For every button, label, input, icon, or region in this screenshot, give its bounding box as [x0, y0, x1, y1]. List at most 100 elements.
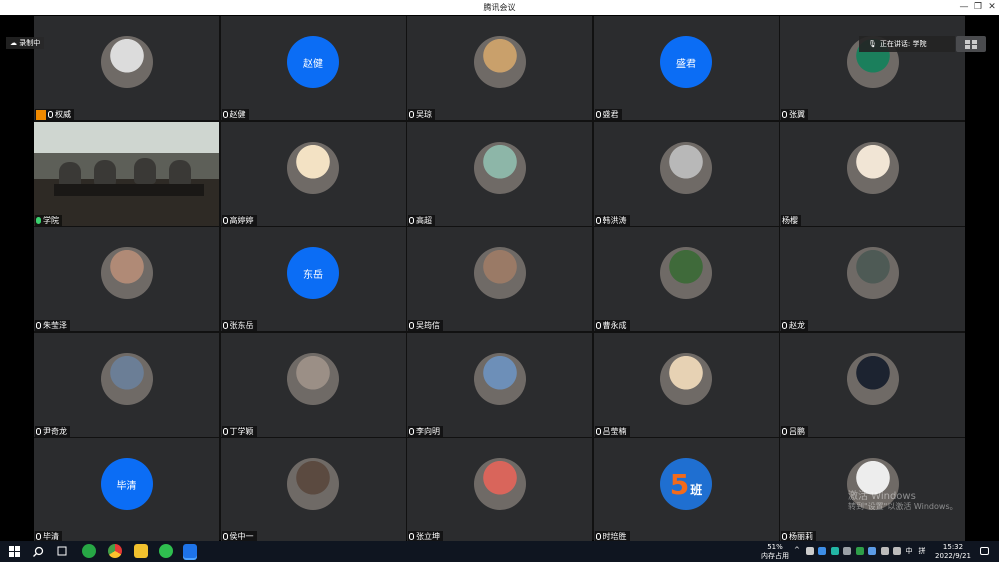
close-button[interactable]: ✕ — [986, 1, 998, 13]
mic-muted-icon — [409, 216, 414, 224]
participant-tile[interactable]: 5 班时培胜 — [593, 438, 779, 542]
participant-tile[interactable]: 丁学颖 — [220, 332, 406, 437]
participant-name: 李向明 — [416, 426, 440, 436]
participant-name: 吴琼 — [416, 110, 432, 119]
task-view-icon[interactable] — [55, 544, 69, 558]
participant-name-label: 曹永成 — [594, 320, 630, 331]
mic-muted-icon — [36, 427, 41, 435]
participant-tile[interactable]: 尹奇龙 — [34, 332, 219, 437]
mic-muted-icon — [409, 427, 414, 435]
tencent-meeting-icon[interactable] — [183, 544, 197, 558]
participant-name: 高超 — [416, 215, 432, 225]
avatar — [100, 36, 153, 88]
mic-muted-icon — [222, 533, 228, 540]
taskbar: 51% 内存占用 ^ 中 拼 15:32 2022/9/21 — [0, 541, 999, 562]
recording-indicator[interactable]: ☁ 录制中 — [6, 37, 45, 49]
participant-name-label: 张翼 — [781, 109, 808, 120]
avatar-number: 5 — [669, 467, 690, 501]
app-tray-icon[interactable] — [818, 547, 826, 555]
participant-tile[interactable]: 朱莹泽 — [34, 227, 219, 331]
shield-icon[interactable] — [856, 547, 864, 555]
participant-name: 韩洪涛 — [602, 215, 627, 225]
participant-name: 张东岳 — [229, 321, 254, 330]
participant-tile[interactable]: 盛君 盛君 — [593, 16, 779, 120]
avatar-badge-text: 班 — [690, 482, 703, 497]
avatar — [846, 247, 899, 299]
view-toggle-button[interactable] — [956, 36, 986, 52]
participant-name: 吕莹楠 — [602, 426, 627, 436]
participant-tile[interactable]: 吴筠信 — [407, 227, 592, 331]
avatar: 东岳 — [287, 247, 339, 299]
participant-name: 尹奇龙 — [43, 426, 67, 436]
mic-muted-icon — [36, 533, 41, 540]
wifi-icon[interactable] — [881, 547, 889, 555]
participant-name: 曹永成 — [602, 321, 627, 330]
participant-name-label: 吕莹楠 — [594, 425, 630, 437]
chrome-icon[interactable] — [108, 544, 122, 558]
participant-tile[interactable]: 张翼 — [780, 16, 965, 120]
avatar — [473, 352, 526, 405]
participant-tile[interactable]: 曹永成 — [593, 227, 779, 331]
notification-icon[interactable] — [980, 547, 989, 555]
participant-tile[interactable]: 杨丽莉 — [780, 438, 965, 542]
video-table-shape — [54, 183, 204, 196]
mic-muted-icon — [595, 216, 601, 224]
participant-tile[interactable]: 李向明 — [407, 332, 592, 437]
mic-muted-icon — [782, 533, 787, 540]
avatar — [473, 36, 526, 88]
speaking-label: 正在讲话: 学院 — [879, 40, 927, 48]
cloud-tray-icon[interactable] — [868, 547, 876, 555]
participant-name-label: 朱莹泽 — [35, 320, 70, 331]
minimize-button[interactable]: — — [958, 1, 970, 13]
app-tray-icon-2[interactable] — [831, 547, 839, 555]
participant-tile[interactable]: 张立坤 — [407, 438, 592, 542]
maximize-button[interactable]: ❐ — [972, 1, 984, 13]
avatar: 5班 — [660, 458, 712, 510]
wechat-icon[interactable] — [159, 544, 173, 558]
ime-indicator[interactable]: 中 — [904, 547, 914, 555]
file-explorer-icon[interactable] — [134, 544, 148, 558]
mic-muted-icon — [409, 111, 414, 118]
participant-tile[interactable]: 吕鹏 — [780, 332, 965, 437]
chevron-up-icon[interactable]: ^ — [794, 546, 802, 554]
network-tray-icon[interactable] — [843, 547, 851, 555]
clock-date[interactable]: 2022/9/21 — [933, 552, 973, 560]
participant-tile[interactable]: 高婷婷 — [220, 121, 406, 226]
participant-name-label: 赵龙 — [781, 320, 808, 331]
clock-time[interactable]: 15:32 — [933, 543, 973, 551]
participant-tile[interactable]: 毕清 毕清 — [34, 438, 219, 542]
green-app-icon[interactable] — [82, 544, 96, 558]
participant-tile[interactable]: 赵龙 — [780, 227, 965, 331]
participant-tile[interactable]: 韩洪涛 — [593, 121, 779, 226]
participant-tile[interactable]: 赵健 赵健 — [220, 16, 406, 120]
participant-tile[interactable]: 权威 — [34, 16, 219, 120]
mic-muted-icon — [222, 427, 228, 435]
participant-name: 赵龙 — [789, 321, 805, 330]
participant-name-label: 吴琼 — [408, 109, 435, 120]
participant-tile[interactable]: 吕莹楠 — [593, 332, 779, 437]
participant-name: 丁学颖 — [229, 426, 254, 436]
start-icon[interactable] — [7, 544, 21, 558]
meeting-area: 权威 赵健 赵健 吴琼 盛君 盛君 张翼 学院 高婷婷 高超 韩洪涛 杨樱 朱莹泽 东岳 张东岳 吴筠信 曹永成… — [0, 15, 999, 542]
avatar — [287, 352, 339, 405]
microphone-tray-icon[interactable] — [806, 547, 814, 555]
mic-muted-icon — [36, 322, 41, 329]
speaker-icon: 🎙 — [868, 40, 877, 48]
windows-activation-watermark: 激活 Windows 转到"设置"以激活 Windows。 — [848, 492, 958, 512]
volume-icon[interactable] — [893, 547, 901, 555]
avatar: 赵健 — [287, 36, 339, 88]
search-icon[interactable] — [31, 544, 45, 558]
video-person-shape — [94, 159, 116, 186]
participant-tile[interactable]: 东岳张东岳 — [220, 227, 406, 331]
participant-tile[interactable]: 学院 — [34, 121, 219, 226]
video-person-shape — [169, 159, 191, 186]
avatar — [100, 247, 153, 299]
participant-tile[interactable]: 杨樱 — [780, 121, 965, 226]
participant-name-label: 韩洪涛 — [594, 214, 630, 226]
participant-tile[interactable]: 侯中一 — [220, 438, 406, 542]
participant-tile[interactable]: 吴琼 — [407, 16, 592, 120]
mic-muted-icon — [782, 111, 787, 118]
participant-name: 高婷婷 — [229, 215, 254, 225]
participant-tile[interactable]: 高超 — [407, 121, 592, 226]
ime-mode-indicator[interactable]: 拼 — [917, 547, 927, 555]
